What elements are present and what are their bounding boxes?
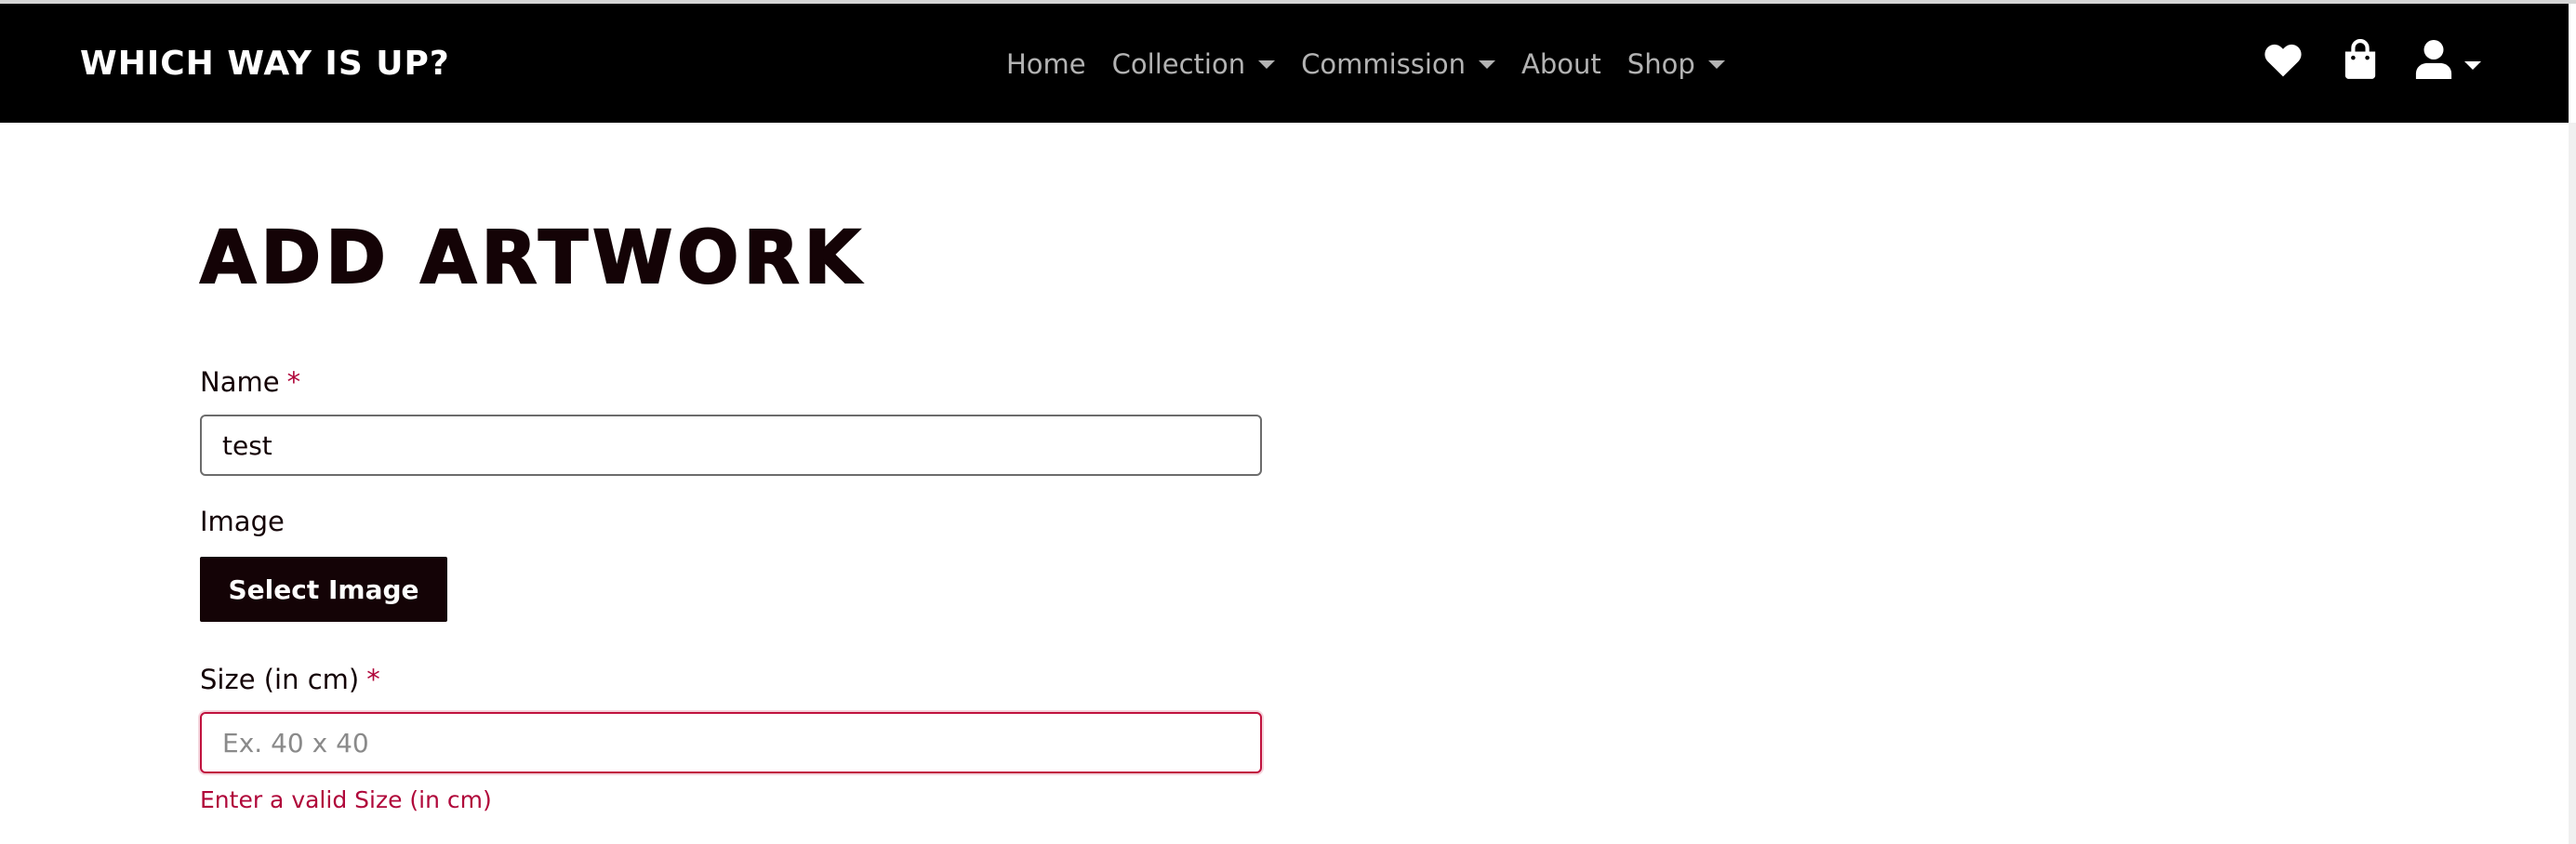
nav-commission-dropdown[interactable]: Commission (1288, 41, 1508, 87)
user-menu-chevron-icon[interactable] (2464, 61, 2481, 70)
brand-logo[interactable]: WHICH WAY IS UP? (80, 41, 450, 87)
size-label-text: Size (in cm) (200, 664, 360, 695)
nav-shop-label: Shop (1627, 48, 1695, 80)
size-input[interactable] (200, 712, 1262, 773)
chevron-down-icon (1707, 59, 1725, 69)
name-field-label: Name * (200, 363, 300, 401)
required-mark: * (366, 664, 380, 695)
nav-about-label: About (1521, 48, 1601, 80)
size-field-label: Size (in cm) * (200, 661, 380, 698)
heart-icon[interactable] (2264, 41, 2303, 78)
nav-commission-label: Commission (1301, 48, 1467, 80)
name-input[interactable] (200, 415, 1262, 476)
chevron-down-icon (1258, 59, 1276, 69)
nav-collection-dropdown[interactable]: Collection (1099, 41, 1288, 87)
select-image-button[interactable]: Select Image (200, 557, 447, 622)
main-nav: Home Collection Commission About Shop (993, 41, 1738, 87)
nav-about[interactable]: About (1508, 41, 1614, 87)
nav-collection-label: Collection (1111, 48, 1246, 80)
page-title: ADD ARTWORK (199, 216, 865, 301)
name-label-text: Name (200, 366, 280, 398)
chevron-down-icon (1479, 59, 1496, 69)
scrollbar[interactable] (2569, 123, 2576, 844)
navbar: WHICH WAY IS UP? Home Collection Commiss… (0, 4, 2569, 123)
size-error-message: Enter a valid Size (in cm) (200, 786, 492, 813)
shopping-bag-icon[interactable] (2343, 39, 2378, 80)
required-mark: * (286, 366, 301, 398)
image-field-label: Image (200, 506, 285, 537)
nav-home[interactable]: Home (993, 41, 1099, 87)
nav-home-label: Home (1006, 48, 1086, 80)
user-icon[interactable] (2414, 39, 2453, 80)
nav-shop-dropdown[interactable]: Shop (1614, 41, 1738, 87)
